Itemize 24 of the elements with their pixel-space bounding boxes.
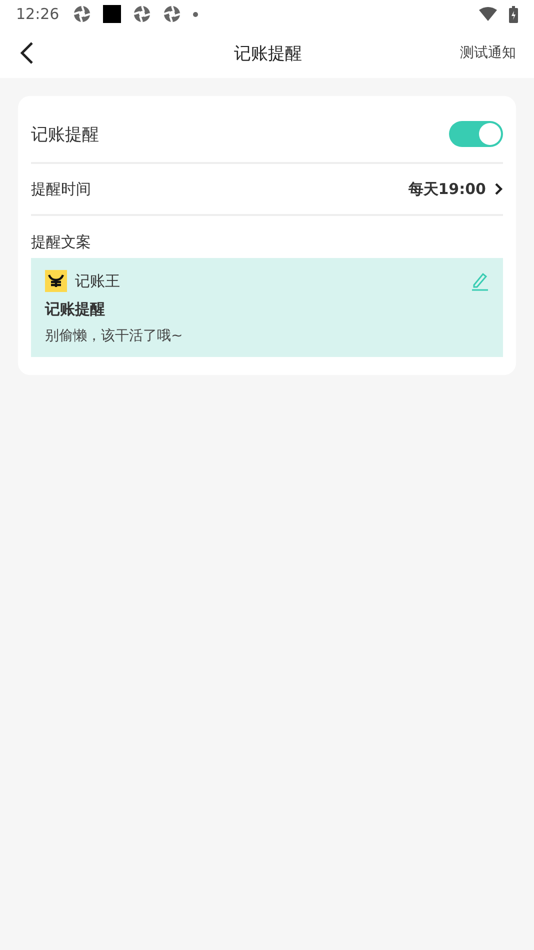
- back-icon: [20, 41, 34, 65]
- app-logo-icon: [45, 270, 67, 292]
- notification-body: 别偷懒，该干活了哦~: [45, 327, 184, 345]
- dot-icon: [193, 12, 198, 16]
- back-button[interactable]: [20, 41, 34, 65]
- message-label: 提醒文案: [31, 233, 91, 251]
- edit-button[interactable]: [471, 271, 489, 291]
- aperture-icon: [133, 5, 152, 23]
- test-notification-button[interactable]: 测试通知: [460, 44, 516, 62]
- status-time: 12:26: [16, 5, 60, 23]
- square-icon: [103, 5, 122, 23]
- reminder-switch[interactable]: [449, 121, 503, 147]
- reminder-time-value[interactable]: 每天19:00: [408, 180, 503, 198]
- reminder-label: 记账提醒: [31, 124, 99, 146]
- aperture-icon: [163, 5, 182, 23]
- battery-icon: [509, 6, 518, 22]
- notification-title: 记账提醒: [45, 300, 106, 319]
- pencil-icon: [471, 271, 489, 291]
- page-title: 记账提醒: [234, 42, 302, 64]
- time-label: 提醒时间: [31, 180, 91, 198]
- app-name: 记账王: [75, 272, 120, 290]
- wifi-icon: [479, 7, 497, 21]
- aperture-icon: [73, 5, 92, 23]
- chevron-right-icon: [494, 182, 503, 196]
